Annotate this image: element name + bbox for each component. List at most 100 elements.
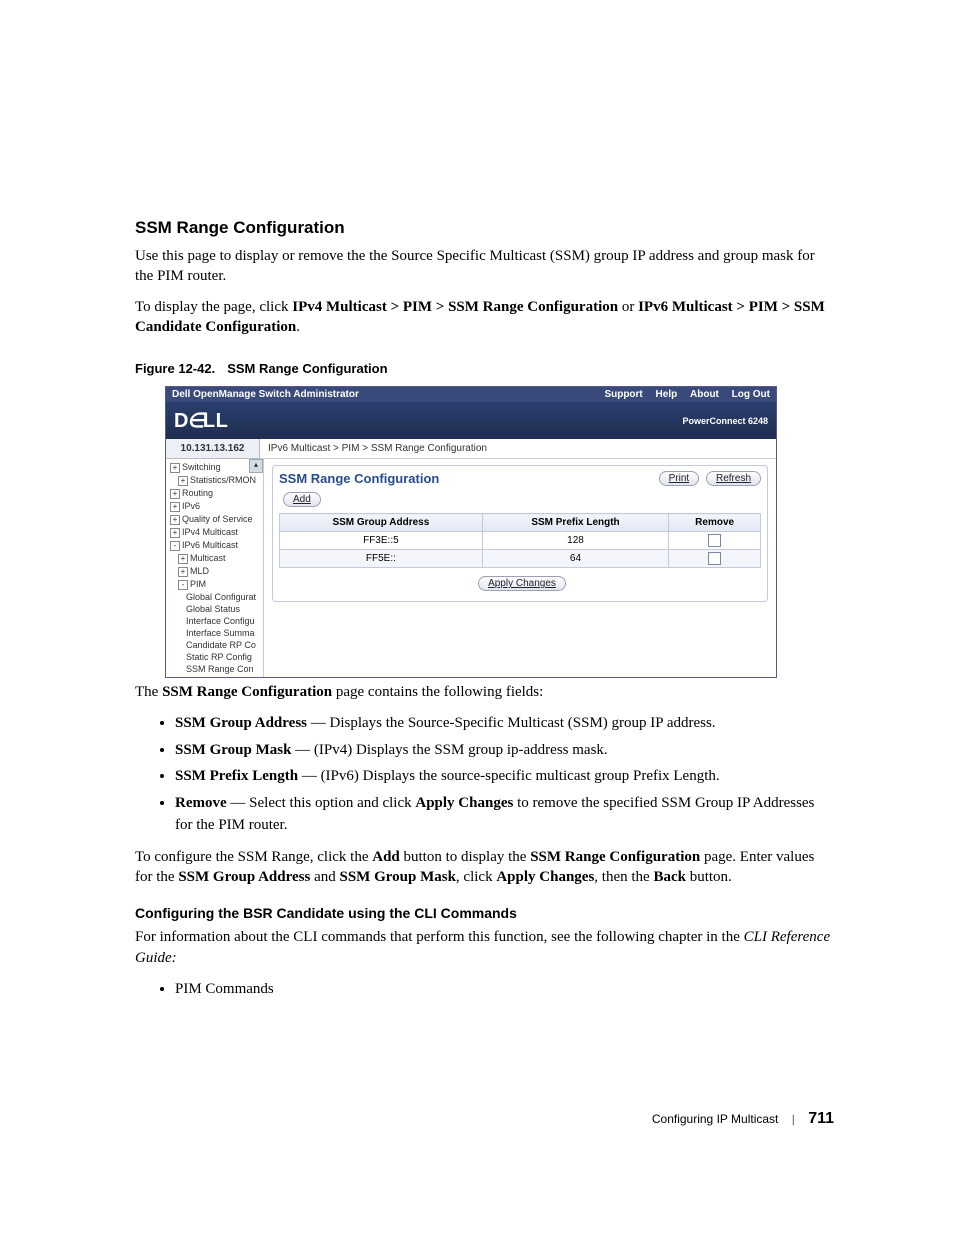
ssm-table: SSM Group Address SSM Prefix Length Remo…: [279, 513, 761, 568]
expand-icon[interactable]: +: [170, 502, 180, 512]
field-name: SSM Group Address: [175, 715, 307, 731]
field-desc: — Displays the Source-Specific Multicast…: [307, 715, 716, 731]
tree-stats[interactable]: Statistics/RMON: [190, 475, 256, 485]
cell-prefix-length: 128: [482, 532, 668, 550]
t: button.: [686, 869, 732, 885]
t: , then the: [594, 869, 653, 885]
panel-title: SSM Range Configuration: [279, 471, 439, 486]
tree-interface-summary[interactable]: Interface Summa: [186, 628, 255, 638]
field-desc: — Select this option and click: [227, 795, 416, 811]
collapse-icon[interactable]: -: [178, 580, 188, 590]
tree-candidate-rp[interactable]: Candidate RP Co: [186, 640, 256, 650]
b: Add: [372, 849, 400, 865]
footer-chapter: Configuring IP Multicast: [652, 1112, 779, 1126]
scroll-up-icon[interactable]: ▴: [249, 459, 263, 473]
section-title: SSM Range Configuration: [135, 218, 834, 238]
tree-routing[interactable]: Routing: [182, 488, 213, 498]
t: and: [310, 869, 339, 885]
tree-mld[interactable]: MLD: [190, 566, 209, 576]
th-group-address: SSM Group Address: [280, 514, 483, 532]
tree-ipv4-multicast[interactable]: IPv4 Multicast: [182, 527, 238, 537]
list-item: Remove — Select this option and click Ap…: [175, 792, 834, 837]
print-button[interactable]: Print: [659, 471, 700, 486]
app-topbar-menu: Support Help About Log Out: [594, 389, 770, 400]
p2-b: IPv4 Multicast > PIM > SSM Range Configu…: [292, 299, 618, 315]
expand-icon[interactable]: +: [170, 489, 180, 499]
table-row: FF5E:: 64: [280, 550, 761, 568]
expand-icon[interactable]: +: [178, 567, 188, 577]
expand-icon[interactable]: +: [170, 515, 180, 525]
b: SSM Group Address: [178, 869, 310, 885]
field-name: SSM Group Mask: [175, 742, 291, 758]
list-item: SSM Group Mask — (IPv4) Displays the SSM…: [175, 739, 834, 762]
menu-logout[interactable]: Log Out: [732, 389, 770, 400]
menu-support[interactable]: Support: [604, 389, 642, 400]
dell-logo: D∈LL: [174, 408, 228, 433]
cli-text: For information about the CLI commands t…: [135, 929, 744, 945]
tree-global-status[interactable]: Global Status: [186, 604, 240, 614]
expand-icon[interactable]: +: [178, 554, 188, 564]
device-ip: 10.131.13.162: [166, 439, 260, 459]
field-desc: — (IPv4) Displays the SSM group ip-addre…: [291, 742, 607, 758]
cell-group-address: FF5E::: [280, 550, 483, 568]
cell-prefix-length: 64: [482, 550, 668, 568]
fields-lead: The SSM Range Configuration page contain…: [135, 682, 834, 702]
menu-help[interactable]: Help: [656, 389, 678, 400]
app-brand-band: D∈LL PowerConnect 6248: [166, 402, 776, 439]
th-prefix-length: SSM Prefix Length: [482, 514, 668, 532]
footer-separator: |: [792, 1112, 795, 1126]
app-topbar-title: Dell OpenManage Switch Administrator: [172, 389, 359, 400]
app-window: Dell OpenManage Switch Administrator Sup…: [165, 386, 777, 678]
remove-checkbox[interactable]: [708, 552, 721, 565]
add-button[interactable]: Add: [283, 492, 321, 507]
breadcrumb: IPv6 Multicast > PIM > SSM Range Configu…: [260, 439, 776, 459]
refresh-button[interactable]: Refresh: [706, 471, 761, 486]
intro-paragraph-1: Use this page to display or remove the t…: [135, 246, 834, 287]
device-model: PowerConnect 6248: [682, 416, 768, 426]
menu-about[interactable]: About: [690, 389, 719, 400]
cell-remove: [669, 532, 761, 550]
cli-list: PIM Commands: [135, 978, 834, 1001]
tree-interface-config[interactable]: Interface Configu: [186, 616, 255, 626]
inline-bold: Apply Changes: [415, 795, 513, 811]
ssm-panel: SSM Range Configuration Print Refresh Ad…: [272, 465, 768, 602]
b: SSM Range Configuration: [530, 849, 700, 865]
th-remove: Remove: [669, 514, 761, 532]
tree-global-config[interactable]: Global Configurat: [186, 592, 256, 602]
t: To configure the SSM Range, click the: [135, 849, 372, 865]
lead-a: The: [135, 684, 162, 700]
tree-pim[interactable]: PIM: [190, 579, 206, 589]
page-number: 711: [808, 1110, 834, 1127]
figure-number: Figure 12-42.: [135, 361, 215, 376]
fields-list: SSM Group Address — Displays the Source-…: [135, 712, 834, 837]
expand-icon[interactable]: +: [170, 528, 180, 538]
lead-b: SSM Range Configuration: [162, 684, 332, 700]
app-topbar: Dell OpenManage Switch Administrator Sup…: [166, 387, 776, 402]
b: Apply Changes: [496, 869, 594, 885]
apply-changes-button[interactable]: Apply Changes: [478, 576, 566, 591]
expand-icon[interactable]: +: [170, 463, 180, 473]
field-name: SSM Prefix Length: [175, 768, 298, 784]
tree-multicast[interactable]: Multicast: [190, 553, 226, 563]
nav-tree[interactable]: ▴ +Switching +Statistics/RMON +Routing +…: [166, 459, 264, 677]
list-item: SSM Group Address — Displays the Source-…: [175, 712, 834, 735]
tree-ipv6[interactable]: IPv6: [182, 501, 200, 511]
cli-paragraph: For information about the CLI commands t…: [135, 927, 834, 968]
remove-checkbox[interactable]: [708, 534, 721, 547]
collapse-icon[interactable]: -: [170, 541, 180, 551]
expand-icon[interactable]: +: [178, 476, 188, 486]
cell-remove: [669, 550, 761, 568]
p2-c: or: [618, 299, 638, 315]
tree-ssm-range[interactable]: SSM Range Con: [186, 664, 254, 674]
content-area: SSM Range Configuration Print Refresh Ad…: [264, 459, 776, 677]
tree-qos[interactable]: Quality of Service: [182, 514, 253, 524]
tree-static-rp[interactable]: Static RP Config: [186, 652, 252, 662]
cli-heading: Configuring the BSR Candidate using the …: [135, 905, 834, 921]
figure-title: SSM Range Configuration: [227, 361, 387, 376]
list-item: SSM Prefix Length — (IPv6) Displays the …: [175, 765, 834, 788]
figure-caption: Figure 12-42. SSM Range Configuration: [135, 361, 834, 376]
tree-ipv6-multicast[interactable]: IPv6 Multicast: [182, 540, 238, 550]
list-item: PIM Commands: [175, 978, 834, 1001]
field-name: Remove: [175, 795, 227, 811]
tree-switching[interactable]: Switching: [182, 462, 221, 472]
